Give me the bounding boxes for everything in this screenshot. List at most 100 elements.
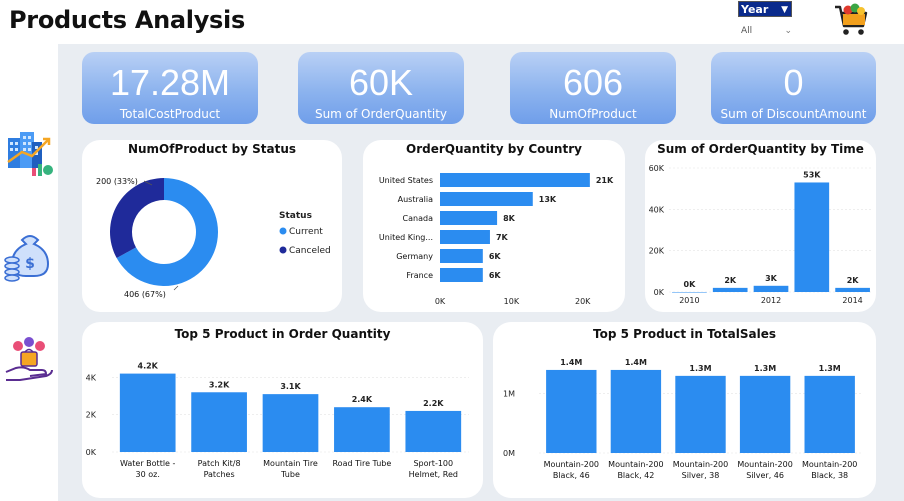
kpi-value: 0 <box>783 62 804 103</box>
money-bags-icon[interactable]: $ <box>2 230 56 282</box>
category-label: Sport-100 <box>413 459 453 468</box>
horizontal-bar-chart: United States 21K Australia 13K Canada 8K Unit… <box>379 173 614 306</box>
category-label: Mountain-200 <box>608 460 663 469</box>
y-tick-label: 1M <box>503 390 515 399</box>
data-label: 3.1K <box>280 382 301 391</box>
category-label: Germany <box>396 252 433 261</box>
category-label: Silver, 46 <box>746 471 784 480</box>
kpi-card-order-quantity: 60K Sum of OrderQuantity <box>298 52 464 124</box>
bar <box>262 394 319 452</box>
bar <box>440 211 498 225</box>
data-label: 1.4M <box>560 358 582 367</box>
year-dropdown-value: All <box>741 26 753 36</box>
kpi-value: 60K <box>348 62 414 103</box>
bar <box>334 407 390 452</box>
x-tick-label: 2014 <box>842 296 862 305</box>
category-label: Helmet, Red <box>409 470 458 479</box>
data-label: 7K <box>496 233 509 242</box>
category-label: Canada <box>403 214 434 223</box>
data-label: 2.2K <box>423 399 444 408</box>
data-label: 200 (33%) <box>96 177 138 186</box>
side-nav: $ <box>0 44 58 501</box>
bar <box>610 369 662 453</box>
kpi-value: 606 <box>562 62 624 103</box>
y-tick-label: 4K <box>86 373 97 382</box>
data-label: 8K <box>503 214 516 223</box>
bar <box>739 375 791 453</box>
bar <box>440 249 483 263</box>
bar <box>546 369 597 453</box>
x-tick-label: 0K <box>435 297 446 306</box>
x-tick-label: 2010 <box>679 296 699 305</box>
chart-card-country[interactable]: OrderQuantity by Country United States 21… <box>363 140 625 312</box>
data-label: 6K <box>489 271 502 280</box>
category-label: Water Bottle - <box>120 459 176 468</box>
kpi-card-discount-amount: 0 Sum of DiscountAmount <box>711 52 876 124</box>
year-slicer-header[interactable]: Year ▼ <box>738 1 792 17</box>
bar <box>440 192 533 206</box>
legend-item: Current <box>289 227 323 237</box>
team-hand-icon[interactable] <box>2 334 56 386</box>
data-label: 2.4K <box>352 395 373 404</box>
category-label: Mountain-200 <box>802 460 857 469</box>
chart-card-top-quantity[interactable]: Top 5 Product in Order Quantity 0K 2K 4K 4.… <box>82 322 483 498</box>
kpi-value: 17.28M <box>109 62 231 103</box>
kpi-label: Sum of DiscountAmount <box>720 107 867 121</box>
data-label: 3K <box>765 274 778 283</box>
bar <box>440 268 483 282</box>
kpi-label: TotalCostProduct <box>119 107 221 121</box>
category-label: Mountain-200 <box>737 460 792 469</box>
chevron-down-icon: ⌄ <box>784 26 792 36</box>
buildings-growth-icon[interactable] <box>2 128 56 180</box>
donut-chart: 406 (67%) 200 (33%) Status Current Canceled <box>96 177 331 299</box>
category-label: Black, 46 <box>553 471 590 480</box>
data-label: 0K <box>684 280 697 289</box>
x-tick-label: 2012 <box>761 296 781 305</box>
bar <box>672 292 707 293</box>
category-label: 30 oz. <box>136 470 160 479</box>
y-tick-label: 2K <box>86 411 97 420</box>
year-slicer-label: Year <box>741 3 769 16</box>
category-label: Black, 38 <box>811 471 848 480</box>
data-label: 21K <box>596 176 614 185</box>
data-label: 1.4M <box>625 358 647 367</box>
data-label: 1.3M <box>689 364 711 373</box>
column-chart: 0M 1M 1.4M Mountain-200 Black, 46 1.4M Mountai… <box>503 358 862 480</box>
category-label: Road Tire Tube <box>332 459 391 468</box>
y-tick-label: 0K <box>654 288 665 297</box>
bar <box>835 287 870 292</box>
chart-card-status[interactable]: NumOfProduct by Status 406 (67%) 200 (33%… <box>82 140 342 312</box>
bar <box>440 173 590 187</box>
y-tick-label: 20K <box>649 247 665 256</box>
category-label: Patch Kit/8 <box>198 459 241 468</box>
kpi-label: NumOfProduct <box>549 107 637 121</box>
data-label: 406 (67%) <box>124 290 166 299</box>
data-label: 53K <box>803 170 821 179</box>
data-label: 4.2K <box>138 362 159 371</box>
category-label: Patches <box>204 470 235 479</box>
chart-card-time[interactable]: Sum of OrderQuantity by Time 0K 20K 40K 60K… <box>645 140 876 312</box>
chart-card-top-sales[interactable]: Top 5 Product in TotalSales 0M 1M 1.4M Moun… <box>493 322 876 498</box>
legend-item: Canceled <box>289 246 331 256</box>
data-label: 2K <box>847 276 860 285</box>
chevron-down-icon: ▼ <box>781 5 788 15</box>
data-label: 2K <box>724 276 737 285</box>
category-label: United King... <box>379 233 433 242</box>
kpi-label: Sum of OrderQuantity <box>314 107 448 121</box>
bar <box>712 287 748 292</box>
year-slicer[interactable]: Year ▼ All ⌄ <box>738 1 794 38</box>
bar <box>191 392 247 452</box>
y-tick-label: 0K <box>86 448 97 457</box>
legend-marker <box>279 227 287 235</box>
category-label: Mountain-200 <box>544 460 599 469</box>
bar <box>804 375 855 453</box>
page-title: Products Analysis <box>9 6 245 34</box>
year-dropdown[interactable]: All ⌄ <box>738 24 794 38</box>
bar <box>119 373 176 452</box>
bar <box>794 182 830 292</box>
data-label: 1.3M <box>754 364 776 373</box>
data-label: 6K <box>489 252 502 261</box>
bar <box>405 410 462 452</box>
legend-title: Status <box>279 211 312 221</box>
category-label: Australia <box>398 195 433 204</box>
